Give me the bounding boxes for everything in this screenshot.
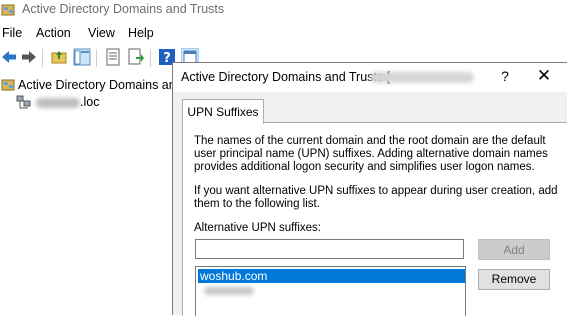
redacted-domain-name <box>36 98 80 108</box>
list-item[interactable] <box>198 284 465 298</box>
dialog-title: Active Directory Domains and Trusts [ <box>181 70 391 84</box>
menu-help[interactable]: Help <box>128 26 154 40</box>
toolbar-separator <box>42 49 43 67</box>
tree-item-domain-label: .loc <box>80 95 100 109</box>
menu-action[interactable]: Action <box>36 26 71 40</box>
properties-icon[interactable] <box>104 48 122 66</box>
alternative-upn-suffixes-label: Alternative UPN suffixes: <box>194 222 321 234</box>
tab-panel: The names of the current domain and the … <box>182 122 567 316</box>
window-title: Active Directory Domains and Trusts <box>22 2 225 16</box>
menu-view[interactable]: View <box>88 26 115 40</box>
console-tree: Active Directory Domains and .loc <box>0 72 183 314</box>
redacted-suffix <box>204 287 254 295</box>
tab-upn-suffixes[interactable]: UPN Suffixes <box>182 99 264 124</box>
list-item-selected[interactable]: woshub.com <box>198 269 465 283</box>
toolbar-separator <box>96 49 97 67</box>
dialog-close-button[interactable]: ✕ <box>535 66 553 86</box>
menu-file[interactable]: File <box>2 26 22 40</box>
description-alternative-suffixes: If you want alternative UPN suffixes to … <box>194 185 558 210</box>
dialog-help-button[interactable]: ? <box>497 68 513 84</box>
domains-app-icon <box>1 4 15 16</box>
alternative-suffix-input[interactable] <box>195 239 464 259</box>
toolbar-separator <box>150 49 151 67</box>
menu-bar: File Action View Help <box>0 24 567 44</box>
show-hide-tree-icon[interactable] <box>73 48 91 66</box>
dialog-titlebar: Active Directory Domains and Trusts [ ? … <box>173 63 567 92</box>
back-arrow-icon[interactable] <box>0 48 18 66</box>
export-list-icon[interactable] <box>127 48 145 66</box>
up-folder-icon[interactable] <box>50 48 68 66</box>
upn-suffix-list[interactable]: woshub.com <box>195 266 466 316</box>
domain-icon <box>16 95 31 109</box>
upn-suffixes-dialog: Active Directory Domains and Trusts [ ? … <box>172 62 567 316</box>
remove-button[interactable]: Remove <box>478 269 550 290</box>
forward-arrow-icon[interactable] <box>20 48 38 66</box>
domains-trusts-icon <box>1 79 15 91</box>
svg-text:?: ? <box>163 51 171 66</box>
description-default-suffixes: The names of the current domain and the … <box>194 135 548 173</box>
add-button[interactable]: Add <box>478 239 550 260</box>
tree-item-root-label: Active Directory Domains and <box>18 78 183 92</box>
window-titlebar: Active Directory Domains and Trusts <box>0 0 567 22</box>
tab-upn-suffixes-label: UPN Suffixes <box>187 105 259 119</box>
redacted-server-name <box>370 72 474 83</box>
